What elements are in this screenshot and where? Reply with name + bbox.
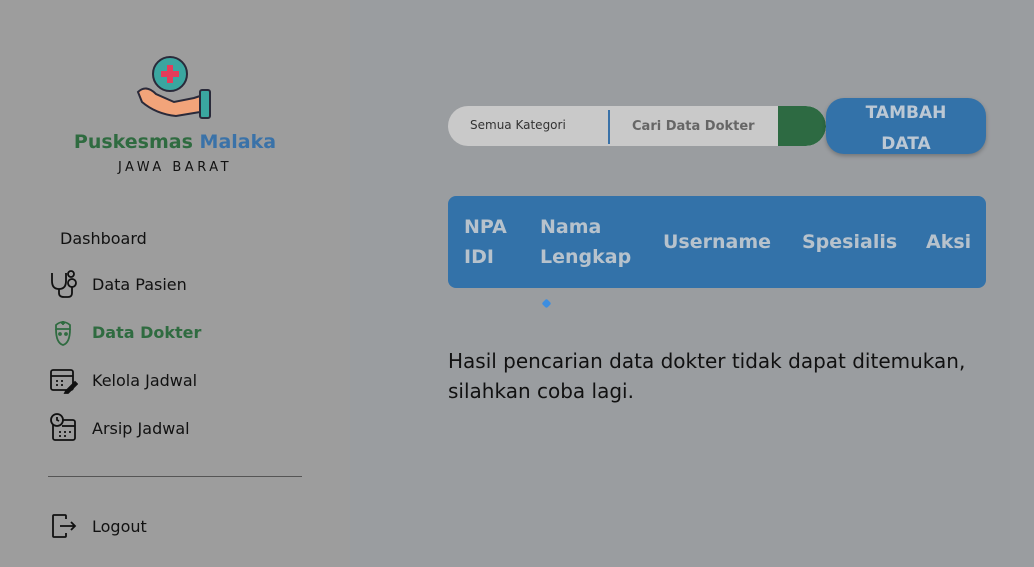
search-divider — [608, 110, 610, 144]
column-header-line: Lengkap — [540, 246, 632, 268]
column-header-npa-idi: NPA IDI — [464, 212, 507, 272]
search-input[interactable] — [620, 106, 780, 146]
doctor-icon — [48, 317, 78, 347]
column-header-spesialis: Spesialis — [802, 231, 898, 253]
add-data-label-line2: DATA — [881, 134, 931, 154]
brand-name: Puskesmas Malaka — [0, 131, 350, 153]
brand-name-part1: Puskesmas — [73, 131, 193, 153]
sidebar-item-arsip-jadwal[interactable]: Arsip Jadwal — [48, 412, 190, 444]
sidebar-item-kelola-jadwal[interactable]: Kelola Jadwal — [48, 364, 197, 396]
add-data-button[interactable]: TAMBAH DATA — [826, 98, 986, 154]
sidebar-item-dashboard[interactable]: Dashboard — [60, 229, 147, 248]
stethoscope-icon — [48, 269, 78, 299]
sidebar-item-data-pasien[interactable]: Data Pasien — [48, 268, 187, 300]
column-header-aksi: Aksi — [926, 231, 972, 253]
column-header-line: IDI — [464, 246, 494, 268]
column-header-username: Username — [663, 231, 772, 253]
column-header-line: Nama — [540, 216, 602, 238]
sidebar-item-label: Kelola Jadwal — [92, 370, 198, 390]
sidebar-item-label: Data Dokter — [92, 322, 202, 342]
empty-result-message: Hasil pencarian data dokter tidak dapat … — [448, 349, 966, 403]
column-header-nama-lengkap: Nama Lengkap — [540, 212, 631, 272]
sidebar-item-data-dokter[interactable]: Data Dokter — [48, 316, 201, 348]
column-header-line: NPA — [464, 216, 507, 238]
search-bar: Semua Kategori — [448, 106, 826, 146]
brand-region: JAWA BARAT — [117, 160, 233, 175]
sidebar-item-label: Data Pasien — [92, 274, 187, 294]
calendar-edit-icon — [48, 365, 78, 395]
sidebar-divider — [48, 476, 302, 477]
logout-icon — [48, 511, 78, 541]
logout-button[interactable]: Logout — [48, 510, 147, 542]
search-button[interactable] — [778, 106, 826, 146]
brand-name-part2: Malaka — [199, 131, 277, 153]
add-data-label-line1: TAMBAH — [865, 103, 947, 123]
sidebar: Puskesmas Malaka JAWA BARAT Dashboard Da… — [0, 0, 350, 567]
loading-dot — [541, 298, 552, 309]
sidebar-item-label: Arsip Jadwal — [92, 418, 190, 438]
logout-label: Logout — [92, 516, 147, 536]
hand-medical-logo-icon — [136, 54, 216, 124]
category-select[interactable]: Semua Kategori — [470, 118, 566, 132]
table-header: NPA IDI Nama Lengkap Username Spesialis … — [448, 196, 986, 288]
calendar-clock-icon — [48, 413, 78, 443]
